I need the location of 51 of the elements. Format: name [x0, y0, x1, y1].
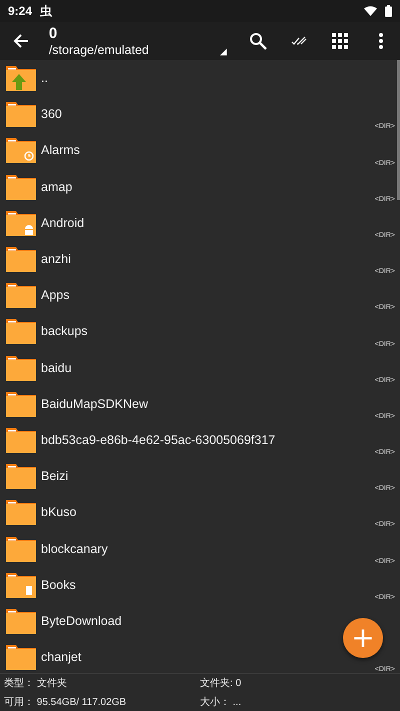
grid-icon[interactable] [332, 33, 348, 49]
folder-icon [5, 208, 37, 237]
file-name[interactable]: Alarms [41, 143, 80, 158]
folder-icon [5, 245, 37, 274]
file-name[interactable]: Android [41, 216, 84, 230]
info-text: 文件夹: 0 [200, 676, 242, 691]
info-text: 大小： ... [200, 696, 242, 710]
file-name[interactable]: 360 [41, 107, 62, 122]
folder-icon [5, 281, 37, 310]
file-name[interactable]: bdb53ca9-e86b-4e62-95ac-63005069f317 [41, 432, 276, 447]
file-name[interactable]: Books [41, 578, 76, 592]
folder-icon [5, 100, 37, 128]
dropdown-corner-icon[interactable] [220, 48, 227, 56]
notification-text: 虫 [40, 2, 52, 20]
double-check-icon[interactable] [290, 36, 307, 46]
file-name[interactable]: Beizi [41, 469, 68, 484]
back-arrow-icon[interactable] [13, 33, 30, 49]
file-name[interactable]: ByteDownload [41, 614, 122, 628]
folder-icon [5, 390, 37, 418]
file-name[interactable]: Apps [41, 288, 70, 302]
folder-icon [5, 498, 37, 526]
file-name[interactable]: chanjet [41, 650, 82, 664]
scrollbar[interactable] [397, 60, 400, 200]
file-name[interactable]: anzhi [41, 252, 71, 266]
wifi-icon [364, 6, 377, 16]
search-icon[interactable] [249, 32, 268, 50]
status-time: 9:24 [8, 4, 32, 18]
folder-icon [5, 172, 37, 201]
battery-icon [385, 5, 392, 17]
folder-icon [5, 606, 37, 635]
folder-icon [5, 462, 37, 490]
info-text: 可用： 95.54GB/ 117.02GB [4, 696, 128, 710]
folder-icon [5, 534, 37, 563]
folder-icon [5, 317, 37, 346]
folder-icon [5, 426, 37, 454]
folder-icon [5, 570, 37, 599]
file-name[interactable]: amap [41, 180, 72, 194]
file-name[interactable]: baidu [41, 360, 72, 375]
folder-icon [5, 354, 37, 382]
folder-icon [5, 136, 37, 164]
info-text: 类型： 文件夹 [4, 676, 68, 691]
file-name[interactable]: blockcanary [41, 542, 108, 556]
folder-icon [5, 643, 37, 672]
more-icon[interactable] [378, 33, 383, 49]
folder-path[interactable]: /storage/emulated [48, 42, 220, 58]
file-name[interactable]: backups [41, 324, 88, 338]
folder-icon [5, 64, 37, 92]
file-name[interactable]: bKuso [41, 505, 76, 520]
file-name[interactable]: BaiduMapSDKNew [41, 396, 148, 411]
folder-title: 0 [48, 24, 58, 42]
file-name[interactable]: .. [41, 71, 48, 86]
